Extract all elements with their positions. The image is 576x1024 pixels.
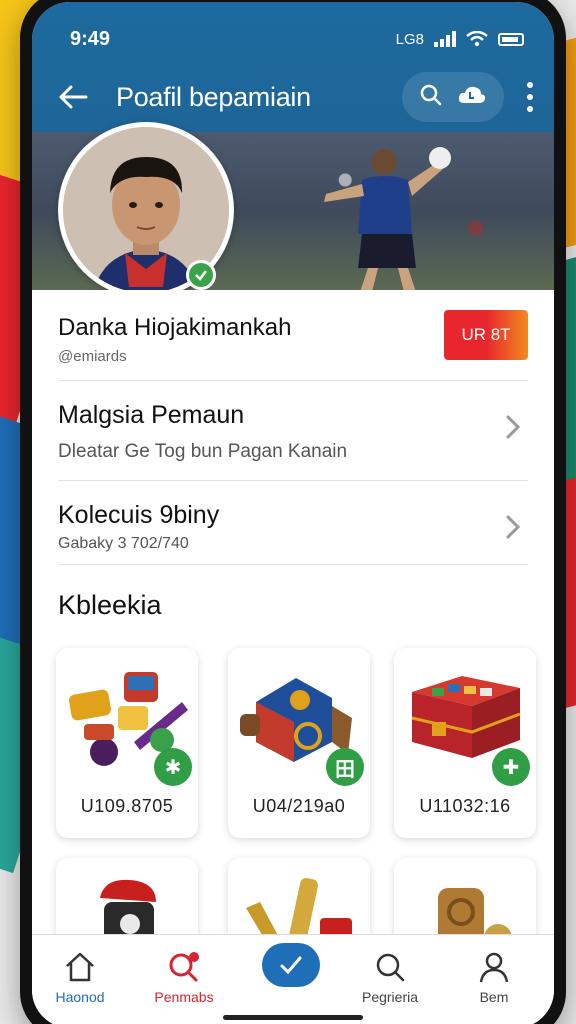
row-title: Kolecuis 9biny xyxy=(58,501,220,529)
back-arrow-icon[interactable] xyxy=(56,80,90,114)
nav-profile[interactable]: Bem xyxy=(444,947,544,1005)
search-icon[interactable] xyxy=(419,83,443,112)
nav-center-action[interactable] xyxy=(262,943,320,987)
header-actions xyxy=(402,72,504,122)
phone-frame: 9:49 LG8 Poafil bepamiain Danka Hiojakim… xyxy=(20,0,566,1024)
check-icon xyxy=(280,956,302,975)
collection-card[interactable]: ✚ U11032:16 xyxy=(394,648,536,838)
collection-card[interactable]: 田 U04/219a0 xyxy=(228,648,370,838)
home-icon xyxy=(66,952,94,982)
battery-icon xyxy=(498,32,524,46)
divider xyxy=(58,564,528,565)
profile-handle: @emiards xyxy=(58,348,127,365)
status-signal-text: LG8 xyxy=(395,30,424,48)
verified-badge-icon xyxy=(186,260,216,290)
section-title: Kbleekia xyxy=(58,590,162,620)
item-code: U04/219a0 xyxy=(252,796,346,816)
bottom-nav: Haonod Penmabs Pegrieria Bem xyxy=(32,934,554,1024)
signal-icon xyxy=(434,31,456,47)
list-item-pemaun[interactable]: Malgsia Pemaun Dleatar Ge Tog bun Pagan … xyxy=(58,380,528,476)
app-bar: Poafil bepamiain xyxy=(32,70,554,124)
row-subtitle: Gabaky 3 702/740 xyxy=(58,535,189,552)
item-code: U109.8705 xyxy=(80,796,174,816)
search-icon xyxy=(376,953,405,982)
status-time: 9:49 xyxy=(70,27,111,50)
cloud-icon[interactable] xyxy=(457,83,487,112)
screen: 9:49 LG8 Poafil bepamiain Danka Hiojakim… xyxy=(32,2,554,1024)
profile-name: Danka Hiojakimankah xyxy=(58,314,292,341)
nav-penmabs[interactable]: Penmabs xyxy=(134,947,234,1005)
collection-card[interactable]: ✱ U109.8705 xyxy=(56,648,198,838)
row-title: Malgsia Pemaun xyxy=(58,401,245,429)
nav-pegrieria[interactable]: Pegrieria xyxy=(340,947,440,1005)
collection-grid: ✱ U109.8705 田 U04/219a0 ✚ U11032:16 xyxy=(56,648,536,848)
profile-info: Danka Hiojakimankah @emiards UR 8T xyxy=(32,290,554,380)
status-bar: 9:49 LG8 xyxy=(70,24,524,54)
player-illustration xyxy=(324,147,451,292)
item-code: U11032:16 xyxy=(419,796,511,816)
nav-label: Haonod xyxy=(55,989,105,1005)
wifi-icon xyxy=(466,31,488,47)
nav-label: Bem xyxy=(479,989,509,1005)
add-badge-icon[interactable]: ✱ xyxy=(154,748,192,786)
chevron-right-icon xyxy=(506,415,521,439)
nav-label: Pegrieria xyxy=(361,989,419,1005)
home-indicator xyxy=(223,1015,363,1020)
search-heart-icon xyxy=(169,952,199,982)
rank-badge-button[interactable]: UR 8T xyxy=(444,310,528,360)
page-title: Poafil bepamiain xyxy=(116,81,311,112)
person-icon xyxy=(479,952,509,983)
nav-home[interactable]: Haonod xyxy=(32,947,130,1005)
row-subtitle: Dleatar Ge Tog bun Pagan Kanain xyxy=(58,441,348,462)
add-badge-icon[interactable]: ✚ xyxy=(492,748,530,786)
list-item-koleksi[interactable]: Kolecuis 9biny Gabaky 3 702/740 xyxy=(58,480,528,576)
add-badge-icon[interactable]: 田 xyxy=(326,748,364,786)
nav-label: Penmabs xyxy=(154,989,214,1005)
chevron-right-icon xyxy=(506,515,521,539)
more-vert-icon[interactable] xyxy=(526,82,534,112)
